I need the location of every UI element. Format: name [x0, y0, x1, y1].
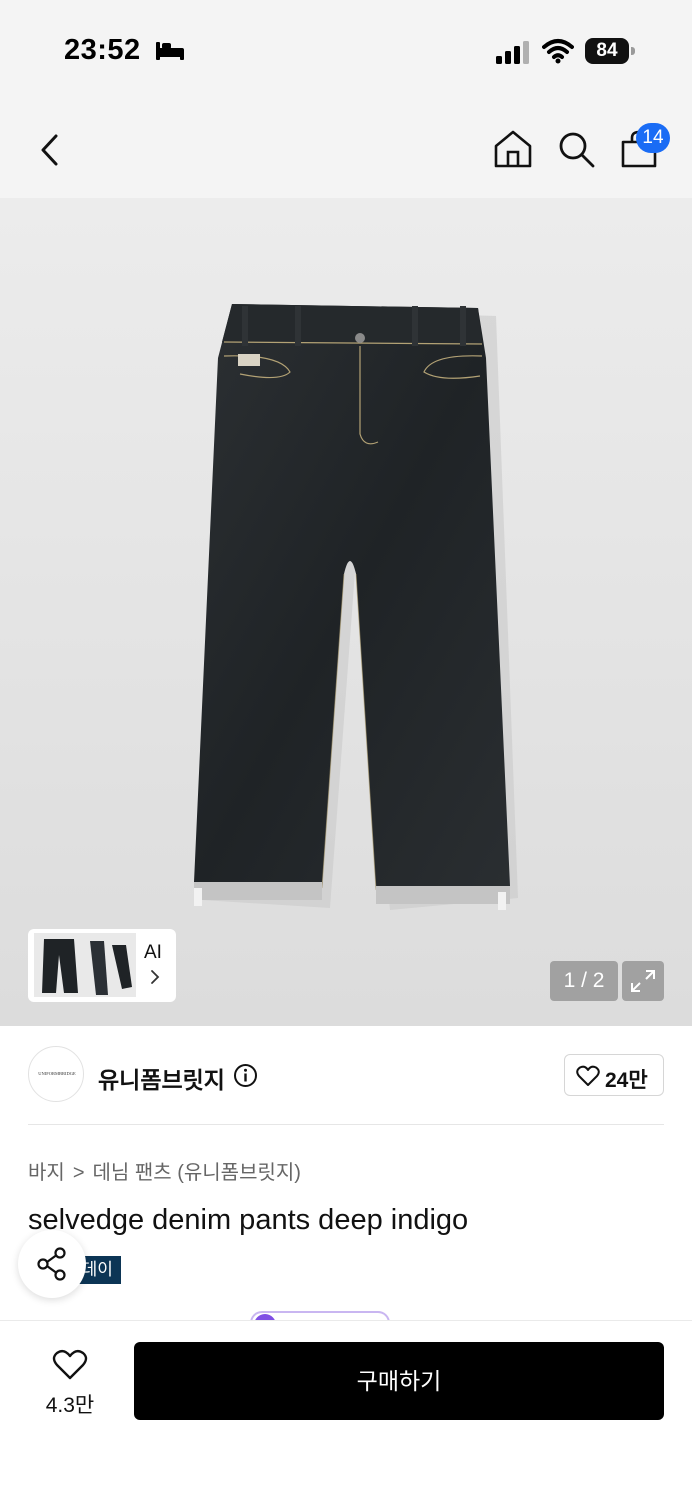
ai-label: AI: [144, 942, 162, 963]
signal-icon: [496, 41, 529, 64]
sleep-mode-icon: [156, 42, 184, 60]
gallery-page-indicator: 1 / 2: [550, 961, 618, 1001]
heart-icon: [576, 1065, 600, 1086]
battery-indicator: 84: [585, 38, 635, 64]
ai-thumbnail-image: [34, 933, 136, 997]
brand-like-count: 24만: [605, 1069, 648, 1092]
wishlist-button[interactable]: 4.3만: [30, 1345, 110, 1417]
status-time: 23:52: [64, 34, 141, 66]
product-image-gallery[interactable]: AI 1 / 2: [0, 198, 692, 1026]
breadcrumb-subcategory[interactable]: 데님 팬츠 (유니폼브릿지): [93, 1162, 301, 1184]
cart-count-badge: 14: [636, 123, 670, 153]
divider: [28, 1124, 664, 1125]
status-bar: 23:52 84: [0, 0, 692, 100]
brand-name[interactable]: 유니폼브릿지: [98, 1061, 225, 1095]
product-image-jeans: [194, 304, 518, 910]
brand-logo-text: UNIFORMBRIDGE: [38, 1071, 76, 1076]
wifi-icon: [542, 39, 574, 64]
top-nav-bar: [0, 100, 692, 198]
buy-button[interactable]: 구매하기: [134, 1342, 664, 1420]
search-icon[interactable]: [555, 128, 597, 170]
share-button[interactable]: [18, 1230, 86, 1298]
chevron-right-icon: [151, 970, 160, 984]
battery-cap: [631, 47, 635, 55]
product-title: selvedge denim pants deep indigo: [28, 1204, 469, 1236]
expand-icon[interactable]: [622, 961, 664, 1001]
info-icon[interactable]: [233, 1063, 258, 1088]
wishlist-count: 4.3만: [45, 1394, 95, 1417]
brand-like-button[interactable]: 24만: [564, 1054, 664, 1096]
heart-icon: [52, 1349, 88, 1380]
battery-level: 84: [585, 38, 629, 64]
bottom-action-bar: 4.3만 구매하기: [0, 1320, 692, 1500]
home-icon[interactable]: [492, 128, 534, 170]
breadcrumb-separator-icon: >: [72, 1162, 85, 1184]
share-icon: [37, 1247, 66, 1281]
ai-recommendation-thumbnail[interactable]: AI: [28, 929, 176, 1002]
back-arrow-icon[interactable]: [30, 130, 70, 170]
brand-logo[interactable]: UNIFORMBRIDGE: [28, 1046, 84, 1102]
breadcrumb: 바지 > 데님 팬츠 (유니폼브릿지): [28, 1156, 301, 1185]
breadcrumb-category[interactable]: 바지: [28, 1162, 65, 1184]
